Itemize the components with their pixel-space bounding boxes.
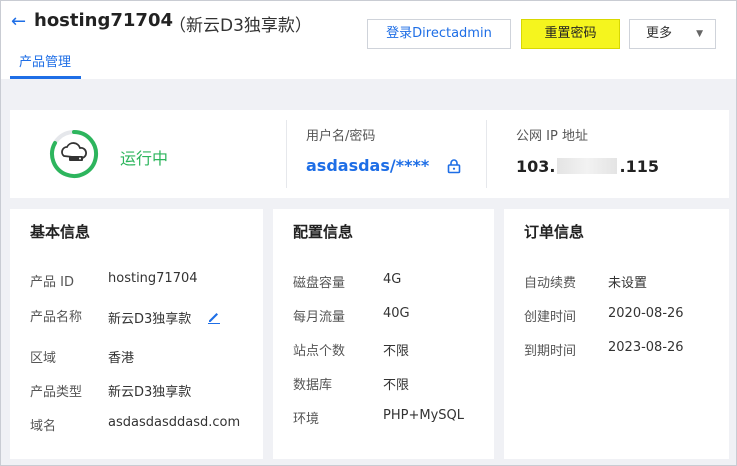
row-value: 不限 bbox=[383, 378, 410, 393]
login-directadmin-button[interactable]: 登录Directadmin bbox=[367, 19, 511, 49]
row-value: 未设置 bbox=[608, 276, 648, 291]
row-value: 4G bbox=[383, 272, 402, 287]
row-value: 2023-08-26 bbox=[608, 340, 684, 355]
status-panel: 运行中 用户名/密码 asdasdas/**** 公网 IP 地址 103. .1… bbox=[10, 110, 729, 198]
basic-info-card: 基本信息 产品 ID hosting71704 产品名称 新云D3独享款 区域 … bbox=[10, 209, 263, 459]
row-value: 香港 bbox=[108, 351, 135, 366]
row-key: 产品名称 bbox=[30, 310, 83, 325]
card-title: 订单信息 bbox=[524, 223, 585, 241]
row-key: 自动续费 bbox=[524, 276, 577, 291]
row-value: 新云D3独享款 bbox=[108, 385, 192, 400]
config-info-card: 配置信息 磁盘容量 4G 每月流量 40G 站点个数 不限 数据库 不限 环境 … bbox=[273, 209, 494, 459]
row-value: hosting71704 bbox=[108, 271, 198, 286]
page-subtitle: （新云D3独享款） bbox=[169, 16, 312, 36]
card-title: 基本信息 bbox=[30, 223, 91, 241]
lock-icon[interactable] bbox=[446, 158, 462, 174]
row-value: 40G bbox=[383, 306, 410, 321]
divider bbox=[486, 120, 487, 188]
row-key: 环境 bbox=[293, 412, 320, 427]
page-title: hosting71704 bbox=[34, 10, 173, 31]
row-key: 区域 bbox=[30, 351, 57, 366]
row-key: 到期时间 bbox=[524, 344, 577, 359]
page-header: ← hosting71704 （新云D3独享款） 登录Directadmin 重… bbox=[1, 1, 736, 79]
row-value: 新云D3独享款 bbox=[108, 312, 192, 327]
edit-icon[interactable] bbox=[207, 310, 221, 324]
row-key: 数据库 bbox=[293, 378, 333, 393]
row-value: 2020-08-26 bbox=[608, 306, 684, 321]
row-key: 每月流量 bbox=[293, 310, 346, 325]
row-key: 产品类型 bbox=[30, 385, 83, 400]
ip-prefix: 103. bbox=[516, 157, 556, 176]
row-key: 产品 ID bbox=[30, 275, 74, 290]
card-title: 配置信息 bbox=[293, 223, 354, 241]
credentials-value: asdasdas/**** bbox=[306, 156, 430, 175]
server-status-icon bbox=[50, 130, 99, 178]
row-key: 域名 bbox=[30, 419, 57, 434]
more-dropdown[interactable]: 更多 ▼ bbox=[629, 19, 716, 49]
row-key: 磁盘容量 bbox=[293, 276, 346, 291]
caret-down-icon: ▼ bbox=[696, 29, 703, 39]
credentials-label: 用户名/密码 bbox=[306, 129, 376, 144]
ip-redacted-mask bbox=[557, 158, 618, 174]
row-key: 站点个数 bbox=[293, 344, 346, 359]
divider bbox=[286, 120, 287, 188]
order-info-card: 订单信息 自动续费 未设置 创建时间 2020-08-26 到期时间 2023-… bbox=[504, 209, 729, 459]
row-value: PHP+MySQL bbox=[383, 408, 464, 423]
row-key: 创建时间 bbox=[524, 310, 577, 325]
status-text: 运行中 bbox=[120, 149, 169, 168]
active-tab-indicator bbox=[10, 76, 81, 79]
ip-suffix: .115 bbox=[619, 157, 659, 176]
row-value: 不限 bbox=[383, 344, 410, 359]
reset-password-button[interactable]: 重置密码 bbox=[521, 19, 620, 49]
more-label: 更多 bbox=[646, 26, 673, 41]
tab-product-management[interactable]: 产品管理 bbox=[19, 51, 71, 70]
ip-value: 103. .115 bbox=[516, 157, 659, 176]
ip-label: 公网 IP 地址 bbox=[516, 129, 588, 144]
row-value: asdasdasddasd.com bbox=[108, 415, 241, 430]
back-arrow-icon[interactable]: ← bbox=[11, 12, 29, 32]
